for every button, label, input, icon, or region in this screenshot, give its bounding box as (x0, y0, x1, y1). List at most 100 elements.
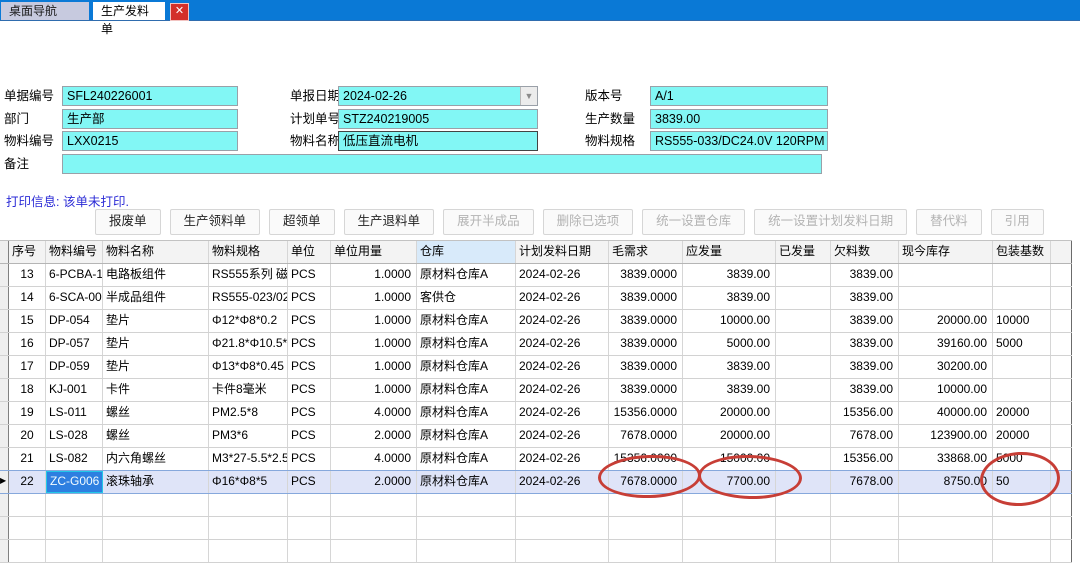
over-picking-button[interactable]: 超领单 (269, 209, 335, 235)
cell-plan-issue-date[interactable]: 2024-02-26 (516, 402, 609, 424)
cell-current-stock[interactable]: 20000.00 (899, 310, 993, 332)
cell-spec[interactable]: Φ16*Φ8*5 (209, 471, 288, 493)
cell-warehouse[interactable]: 原材料仓库A (417, 264, 516, 286)
cell-pack-base[interactable]: 5000 (993, 333, 1051, 355)
cell-filler[interactable] (1051, 517, 1072, 539)
production-return-button[interactable]: 生产退料单 (344, 209, 435, 235)
cell-issued[interactable] (776, 264, 831, 286)
cell-no[interactable]: 13 (9, 264, 46, 286)
cell-material-no[interactable]: 6-SCA-001 (46, 287, 103, 309)
cell-warehouse[interactable] (417, 494, 516, 516)
cell-spec[interactable] (209, 540, 288, 562)
cell-should-issue[interactable]: 3839.00 (683, 356, 776, 378)
cell-should-issue[interactable]: 10000.00 (683, 310, 776, 332)
cell-gross-demand[interactable]: 3839.0000 (609, 379, 683, 401)
cell-material-name[interactable]: 半成品组件 (103, 287, 209, 309)
cell-plan-issue-date[interactable]: 2024-02-26 (516, 310, 609, 332)
material-name-field[interactable]: 低压直流电机 (338, 131, 538, 151)
cell-gross-demand[interactable] (609, 540, 683, 562)
cell-material-no[interactable] (46, 494, 103, 516)
cell-material-no[interactable]: DP-057 (46, 333, 103, 355)
table-row[interactable]: 18KJ-001卡件卡件8毫米PCS1.0000原材料仓库A2024-02-26… (0, 379, 1072, 402)
cell-no[interactable] (9, 517, 46, 539)
material-spec-field[interactable]: RS555-033/DC24.0V 120RPM (650, 131, 828, 151)
cell-plan-issue-date[interactable]: 2024-02-26 (516, 379, 609, 401)
cell-current-stock[interactable]: 10000.00 (899, 379, 993, 401)
cell-plan-issue-date[interactable]: 2024-02-26 (516, 333, 609, 355)
cell-material-name[interactable]: 卡件 (103, 379, 209, 401)
cell-issued[interactable] (776, 540, 831, 562)
row-indicator[interactable] (0, 379, 9, 401)
cell-shortage[interactable]: 3839.00 (831, 287, 899, 309)
cell-current-stock[interactable]: 40000.00 (899, 402, 993, 424)
cell-current-stock[interactable]: 30200.00 (899, 356, 993, 378)
cell-shortage[interactable]: 3839.00 (831, 264, 899, 286)
cell-unit[interactable]: PCS (288, 310, 331, 332)
cell-shortage[interactable]: 3839.00 (831, 310, 899, 332)
cell-shortage[interactable]: 15356.00 (831, 402, 899, 424)
table-row[interactable]: 19LS-011螺丝PM2.5*8PCS4.0000原材料仓库A2024-02-… (0, 402, 1072, 425)
cell-no[interactable]: 14 (9, 287, 46, 309)
cell-material-no[interactable]: LS-028 (46, 425, 103, 447)
cell-unit[interactable] (288, 540, 331, 562)
version-field[interactable]: A/1 (650, 86, 828, 106)
cell-unit-usage[interactable]: 1.0000 (331, 356, 417, 378)
cell-material-no[interactable]: ZC-G006 (46, 471, 103, 493)
cell-shortage[interactable] (831, 494, 899, 516)
cell-filler[interactable] (1051, 379, 1072, 401)
cell-spec[interactable] (209, 494, 288, 516)
cell-issued[interactable] (776, 402, 831, 424)
cell-pack-base[interactable] (993, 494, 1051, 516)
cell-issued[interactable] (776, 287, 831, 309)
cell-warehouse[interactable]: 原材料仓库A (417, 310, 516, 332)
cell-unit-usage[interactable]: 1.0000 (331, 264, 417, 286)
cell-no[interactable]: 15 (9, 310, 46, 332)
cell-gross-demand[interactable]: 3839.0000 (609, 333, 683, 355)
cell-unit[interactable]: PCS (288, 448, 331, 470)
cell-no[interactable]: 21 (9, 448, 46, 470)
cell-material-name[interactable]: 垫片 (103, 356, 209, 378)
cell-issued[interactable] (776, 356, 831, 378)
table-row[interactable]: 136-PCBA-12电路板组件RS555系列 磁PCS1.0000原材料仓库A… (0, 264, 1072, 287)
cell-no[interactable]: 22 (9, 471, 46, 493)
cell-filler[interactable] (1051, 356, 1072, 378)
cell-shortage[interactable]: 7678.00 (831, 425, 899, 447)
cell-plan-issue-date[interactable]: 2024-02-26 (516, 264, 609, 286)
doc-date-combobox[interactable]: 2024-02-26 ▼ (338, 86, 538, 106)
cell-filler[interactable] (1051, 471, 1072, 493)
cell-unit-usage[interactable]: 1.0000 (331, 310, 417, 332)
row-indicator[interactable] (0, 241, 9, 263)
row-indicator[interactable] (0, 517, 9, 539)
cell-should-issue[interactable] (683, 517, 776, 539)
cell-pack-base[interactable]: 20000 (993, 425, 1051, 447)
cell-unit[interactable]: PCS (288, 425, 331, 447)
doc-no-field[interactable]: SFL240226001 (62, 86, 238, 106)
cell-filler[interactable] (1051, 310, 1072, 332)
cell-should-issue[interactable] (683, 494, 776, 516)
cell-spec[interactable]: Φ12*Φ8*0.2 (209, 310, 288, 332)
cell-should-issue[interactable]: 20000.00 (683, 425, 776, 447)
cell-warehouse[interactable]: 原材料仓库A (417, 448, 516, 470)
row-indicator[interactable] (0, 494, 9, 516)
remark-field[interactable] (62, 154, 822, 174)
cell-issued[interactable] (776, 379, 831, 401)
cell-material-no[interactable]: DP-059 (46, 356, 103, 378)
cell-gross-demand[interactable]: 15356.0000 (609, 402, 683, 424)
cell-issued[interactable] (776, 517, 831, 539)
cell-gross-demand[interactable]: 3839.0000 (609, 264, 683, 286)
cell-material-no[interactable]: LS-082 (46, 448, 103, 470)
row-indicator[interactable] (0, 287, 9, 309)
cell-gross-demand[interactable] (609, 517, 683, 539)
row-indicator[interactable] (0, 333, 9, 355)
cell-filler[interactable] (1051, 540, 1072, 562)
cell-current-stock[interactable] (899, 517, 993, 539)
cell-should-issue[interactable]: 3839.00 (683, 379, 776, 401)
cell-unit[interactable]: PCS (288, 471, 331, 493)
empty-table-row[interactable] (0, 517, 1072, 540)
chevron-down-icon[interactable]: ▼ (520, 87, 537, 105)
cell-gross-demand[interactable]: 15356.0000 (609, 448, 683, 470)
cell-warehouse[interactable]: 原材料仓库A (417, 425, 516, 447)
cell-material-name[interactable]: 螺丝 (103, 402, 209, 424)
cell-unit-usage[interactable] (331, 494, 417, 516)
cell-issued[interactable] (776, 333, 831, 355)
